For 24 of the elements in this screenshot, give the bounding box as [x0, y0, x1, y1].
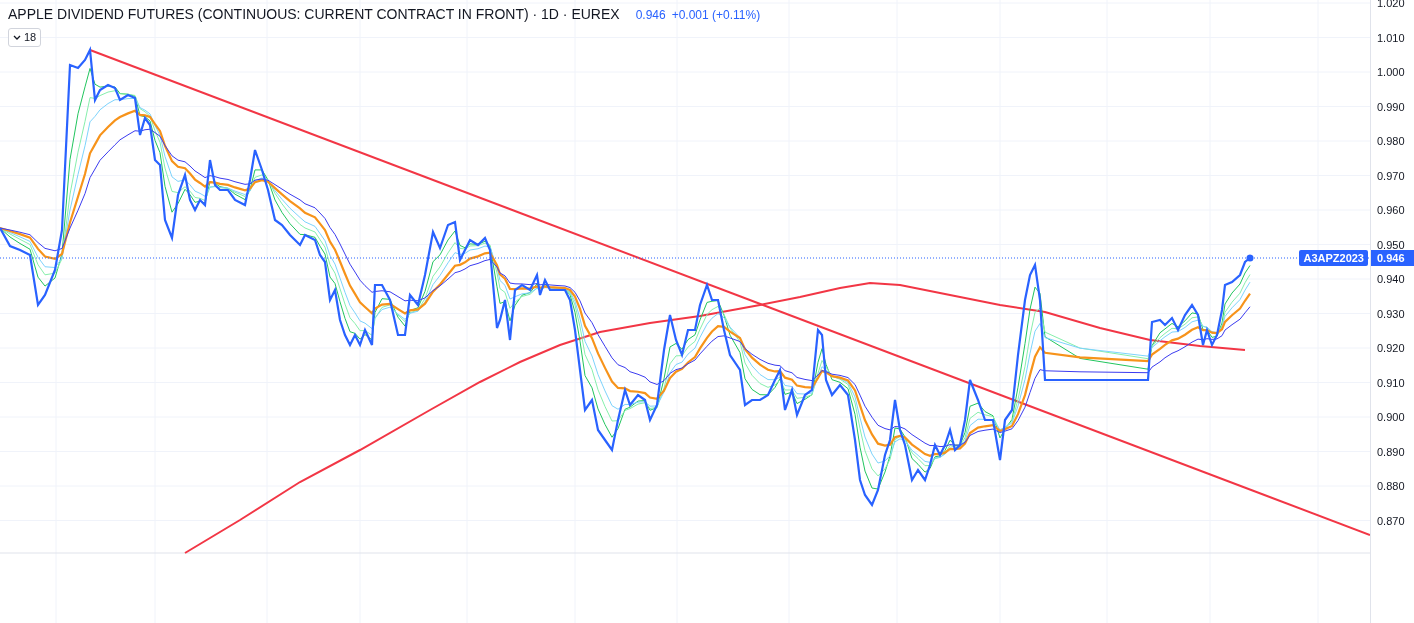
chart-title: APPLE DIVIDEND FUTURES (CONTINUOUS: CURRENT CONTRACT IN FRONT) · 1D · EUREX: [8, 5, 620, 24]
axis-label: 0.890: [1377, 444, 1405, 459]
axis-label: 0.970: [1377, 168, 1405, 183]
axis-label: 0.900: [1377, 410, 1405, 424]
indicators-toggle-button[interactable]: 18: [8, 28, 42, 47]
price-change: +0.001 (+0.11%): [671, 7, 761, 24]
last-price-dot: [1246, 254, 1254, 262]
axis-label: 0.910: [1377, 375, 1405, 390]
axis-label: 0.870: [1377, 513, 1405, 528]
axis-label: 0.920: [1377, 341, 1405, 355]
axis-label: 0.980: [1377, 134, 1405, 148]
symbol-label: A3APZ2023: [1299, 250, 1368, 266]
price-value: 0.946: [635, 7, 666, 24]
axis-label: 1.020: [1377, 0, 1405, 10]
axis-label: 1.000: [1377, 65, 1405, 79]
axis-label: 0.940: [1377, 272, 1405, 286]
axis-label: 0.960: [1377, 203, 1405, 217]
chevron-down-icon: [13, 34, 21, 41]
axis-label: 0.880: [1377, 479, 1405, 493]
last-price-label: 0.946: [1371, 250, 1414, 266]
axis-label: 0.990: [1377, 99, 1405, 114]
axis-label: 0.950: [1377, 237, 1405, 252]
axis-label: 0.930: [1377, 306, 1405, 321]
axis-label: 1.010: [1377, 30, 1405, 45]
